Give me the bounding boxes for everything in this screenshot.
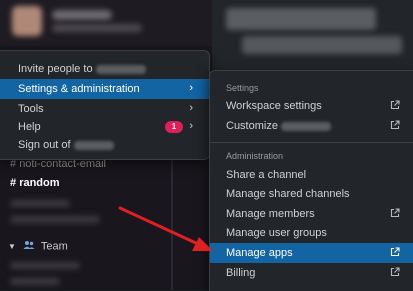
- external-link-icon: [390, 267, 400, 277]
- submenu-item-manage-shared-channels[interactable]: Manage shared channels: [210, 184, 413, 204]
- submenu-item-manage-members[interactable]: Manage members: [210, 204, 413, 224]
- menu-item-label: Sign out of: [18, 139, 71, 151]
- menu-item-help[interactable]: Help 1 ›: [0, 117, 209, 137]
- workspace-avatar: [12, 6, 42, 36]
- menu-divider: [210, 142, 413, 143]
- content-blob: [242, 36, 402, 54]
- menu-item-label: Settings & administration: [18, 83, 140, 95]
- submenu-item-label: Manage shared channels: [226, 188, 350, 200]
- people-icon: [23, 240, 35, 253]
- content-blob: [226, 8, 376, 30]
- submenu-item-manage-apps[interactable]: Manage apps: [210, 243, 413, 263]
- caret-down-icon: ▼: [8, 242, 16, 252]
- channel-hash: #: [10, 177, 17, 189]
- menu-item-settings-administration[interactable]: Settings & administration ›: [0, 79, 209, 99]
- channel-redacted: [10, 216, 100, 223]
- workspace-name-redacted: [281, 121, 332, 131]
- submenu-item-label: Billing: [226, 267, 256, 279]
- sidebar-scrollbar[interactable]: [171, 150, 173, 290]
- channel-redacted: [10, 200, 70, 207]
- workspace-name-redacted: [52, 10, 112, 20]
- submenu-item-label: Share a channel: [226, 169, 307, 181]
- external-link-icon: [390, 100, 400, 110]
- workspace-header[interactable]: [0, 0, 212, 46]
- settings-administration-submenu: Settings Workspace settings Customize Ad…: [209, 70, 413, 291]
- menu-item-invite-people[interactable]: Invite people to: [0, 59, 209, 79]
- notification-badge: 1: [165, 121, 183, 133]
- channel-redacted: [10, 278, 60, 285]
- submenu-item-label: Customize: [226, 120, 278, 132]
- workspace-subtitle-redacted: [52, 24, 142, 32]
- section-header-settings: Settings: [226, 83, 259, 93]
- workspace-menu: Invite people to Settings & administrati…: [0, 50, 210, 160]
- external-link-icon: [390, 208, 400, 218]
- menu-item-sign-out[interactable]: Sign out of: [0, 135, 209, 155]
- menu-item-label: Help: [18, 121, 41, 133]
- submenu-item-label: Workspace settings: [226, 100, 322, 112]
- submenu-item-billing[interactable]: Billing: [210, 263, 413, 283]
- workspace-name-redacted: [73, 140, 114, 150]
- external-link-icon: [390, 120, 400, 130]
- team-label: Team: [40, 240, 68, 253]
- section-header-administration: Administration: [226, 151, 284, 161]
- channel-random[interactable]: # random: [10, 177, 60, 189]
- submenu-item-customize[interactable]: Customize: [210, 116, 413, 136]
- submenu-item-workspace-settings[interactable]: Workspace settings: [210, 96, 413, 116]
- team-section[interactable]: ▼ Team: [8, 240, 68, 253]
- workspace-name-redacted: [95, 64, 146, 74]
- channel-label: random: [19, 177, 60, 189]
- submenu-item-manage-user-groups[interactable]: Manage user groups: [210, 223, 413, 243]
- menu-item-label: Tools: [18, 103, 44, 115]
- submenu-item-share-channel[interactable]: Share a channel: [210, 165, 413, 185]
- submenu-item-label: Manage user groups: [226, 227, 327, 239]
- chevron-right-icon: ›: [189, 120, 193, 132]
- menu-item-label: Invite people to: [18, 63, 93, 75]
- external-link-icon: [390, 247, 400, 257]
- submenu-item-label: Manage members: [226, 208, 315, 220]
- channel-redacted: [10, 262, 80, 269]
- menu-item-tools[interactable]: Tools ›: [0, 99, 209, 119]
- chevron-right-icon: ›: [189, 102, 193, 114]
- chevron-right-icon: ›: [189, 82, 193, 94]
- submenu-item-label: Manage apps: [226, 247, 293, 259]
